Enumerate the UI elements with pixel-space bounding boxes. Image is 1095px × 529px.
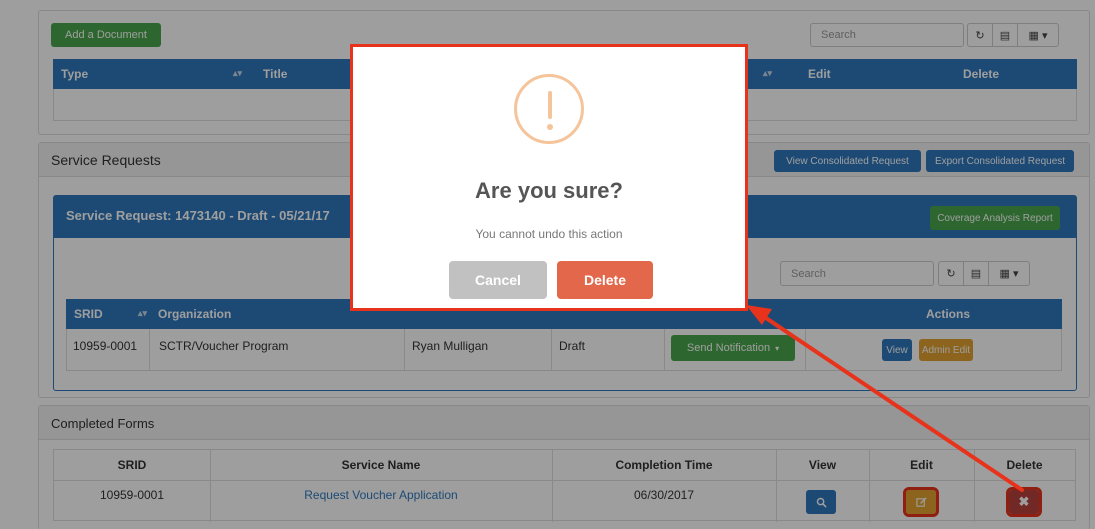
- confirm-dialog: Are you sure? You cannot undo this actio…: [350, 44, 748, 311]
- delete-button[interactable]: Delete: [557, 261, 653, 299]
- warning-icon: [514, 74, 584, 144]
- dialog-message: You cannot undo this action: [475, 227, 623, 241]
- dialog-title: Are you sure?: [475, 178, 623, 203]
- cancel-button[interactable]: Cancel: [449, 261, 547, 299]
